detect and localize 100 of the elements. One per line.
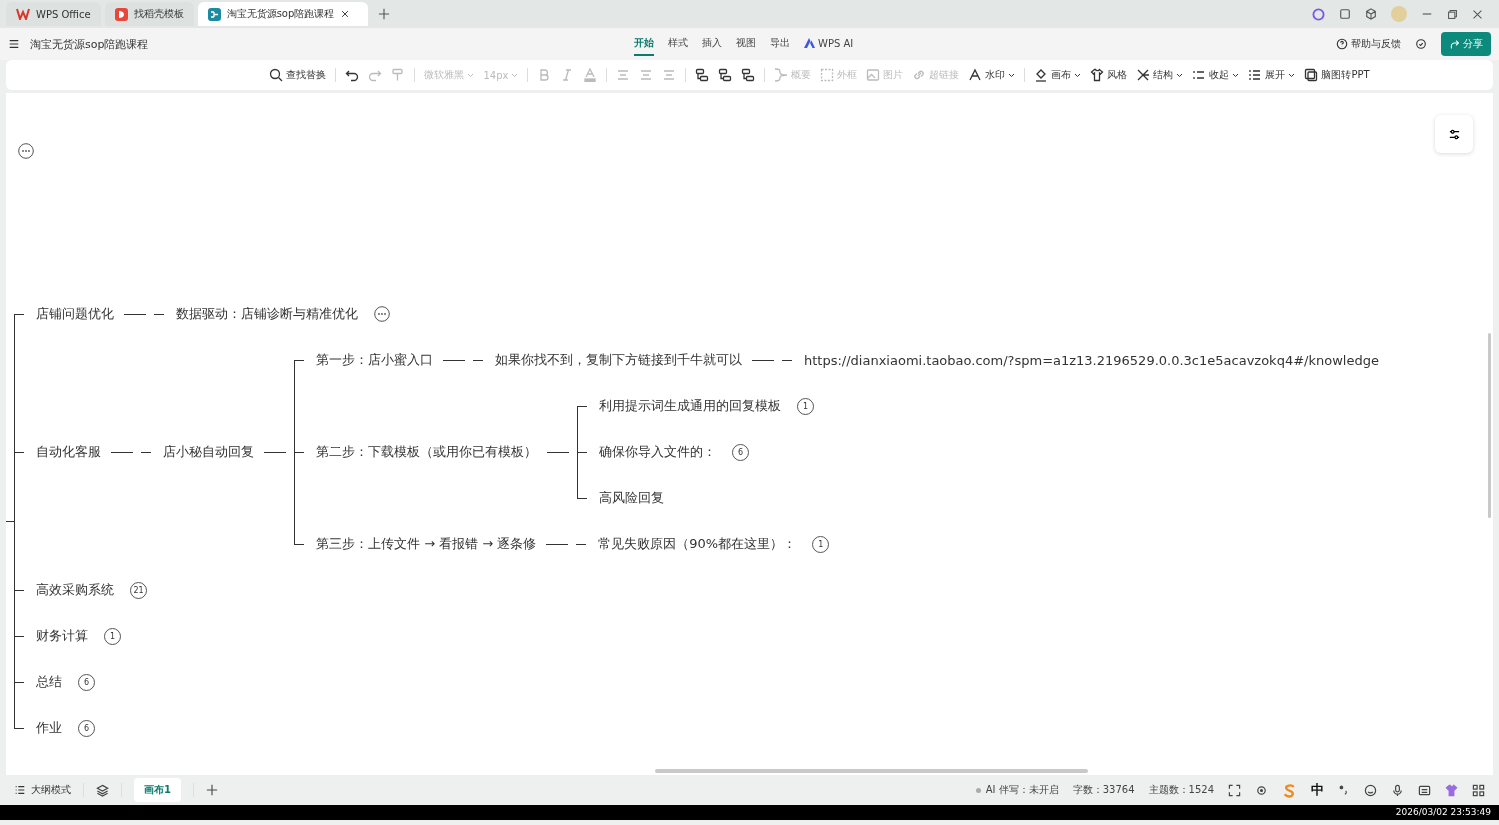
connector-line xyxy=(111,451,133,453)
brush-icon xyxy=(391,68,406,82)
connector-line xyxy=(576,544,587,545)
connector-line xyxy=(141,452,151,453)
close-icon[interactable] xyxy=(1472,8,1483,20)
node-button[interactable] xyxy=(718,68,733,82)
undo-button[interactable] xyxy=(345,68,360,82)
topic-label[interactable]: 店铺问题优化 xyxy=(34,305,116,323)
menu-tab[interactable]: 导出 xyxy=(770,32,790,56)
topic-label[interactable]: 第一步：店小蜜入口 xyxy=(314,351,435,369)
scrollbar[interactable] xyxy=(655,769,1088,773)
ime-mode[interactable]: 中 xyxy=(1311,781,1324,799)
fit-icon[interactable] xyxy=(1228,783,1241,797)
close-icon[interactable] xyxy=(340,9,351,19)
ppt-button[interactable]: 脑图转PPT xyxy=(1304,68,1370,82)
window-tab[interactable]: 淘宝无货源sop陪跑课程 xyxy=(197,2,368,26)
connector-line xyxy=(782,360,792,361)
connector-line xyxy=(264,451,286,453)
menu-icon[interactable] xyxy=(8,38,20,50)
frame-icon xyxy=(820,68,835,82)
bucket-icon xyxy=(1034,68,1049,82)
connector-line xyxy=(124,313,146,315)
help-button[interactable]: 帮助与反馈 xyxy=(1336,37,1401,51)
expand-icon xyxy=(1248,68,1263,82)
connector-line xyxy=(154,314,164,315)
watermark-button[interactable]: 水印 xyxy=(968,68,1016,82)
canvas-button[interactable]: 画布 xyxy=(1034,68,1082,82)
undo-icon xyxy=(345,68,360,82)
punctuation-icon[interactable] xyxy=(1338,784,1350,796)
emoji-icon[interactable] xyxy=(1364,783,1377,797)
topic-label[interactable]: 作业 xyxy=(34,719,64,737)
topic-label[interactable]: 自动化客服 xyxy=(34,443,103,461)
structure-button[interactable]: 结构 xyxy=(1136,68,1184,82)
bold-icon xyxy=(537,68,552,82)
locate-icon[interactable] xyxy=(1255,783,1268,797)
topic-label[interactable]: 数据驱动：店铺诊断与精准优化 xyxy=(174,305,360,323)
topic-label[interactable]: 高效采购系统 xyxy=(34,581,116,599)
topic-label[interactable]: https://dianxiaomi.taobao.com/?spm=a1z13.2196529.0.0.3c1e5acavzokq4#/knowledge xyxy=(802,352,1381,368)
assistant-icon[interactable] xyxy=(1312,7,1325,21)
layers-icon[interactable] xyxy=(96,783,109,797)
node-button[interactable] xyxy=(695,68,710,82)
share-button[interactable]: 分享 xyxy=(1441,32,1491,56)
more-icon[interactable] xyxy=(374,306,390,322)
settings-button[interactable] xyxy=(1435,115,1473,153)
node-icon xyxy=(741,68,756,82)
menu-tab[interactable]: 开始 xyxy=(634,32,654,56)
sliders-icon xyxy=(1447,127,1461,141)
menu-tab[interactable]: 视图 xyxy=(736,32,756,56)
connector-line xyxy=(443,359,465,361)
scrollbar[interactable] xyxy=(1488,333,1491,518)
collapse-button[interactable]: 收起 xyxy=(1192,68,1240,82)
align-icon xyxy=(616,68,631,82)
logo-icon xyxy=(114,7,128,21)
search-button[interactable]: 查找替换 xyxy=(269,68,327,82)
shirt-icon[interactable] xyxy=(1445,783,1458,797)
cube-icon[interactable] xyxy=(1365,8,1377,20)
link-icon xyxy=(912,68,927,82)
plus-icon[interactable] xyxy=(205,784,218,796)
plus-icon[interactable] xyxy=(377,8,390,20)
help-icon xyxy=(1336,38,1348,50)
node-icon xyxy=(695,68,710,82)
search-icon xyxy=(269,68,284,82)
topic-label[interactable]: 确保你导入文件的： xyxy=(597,443,718,461)
cloud-icon[interactable] xyxy=(1415,38,1427,50)
outline-mode-button[interactable]: 大纲模式 xyxy=(14,783,71,797)
topic-label[interactable]: 财务计算 xyxy=(34,627,90,645)
topic-label[interactable]: 高风险回复 xyxy=(597,489,666,507)
grid-icon[interactable] xyxy=(1472,783,1485,797)
status-text: 字数：33764 xyxy=(1072,783,1135,797)
caret-icon xyxy=(467,72,475,78)
topic-label[interactable]: 店小秘自动回复 xyxy=(161,443,256,461)
topic-label[interactable]: 总结 xyxy=(34,673,64,691)
topic-label[interactable]: 常见失败原因（90%都在这里）： xyxy=(596,535,799,553)
share-icon xyxy=(1449,38,1460,50)
more-icon[interactable] xyxy=(18,143,34,159)
logo-icon xyxy=(804,38,815,48)
status-text: 主题数：1524 xyxy=(1148,783,1214,797)
window-tab[interactable]: WPS Office xyxy=(6,2,101,26)
timestamp: 2026/03/02 23:53:49 xyxy=(1395,806,1491,819)
topic-label[interactable]: 利用提示词生成通用的回复模板 xyxy=(597,397,783,415)
align-icon xyxy=(639,68,654,82)
text-color-icon xyxy=(583,68,598,82)
window-tab[interactable]: 找稻壳模板 xyxy=(104,2,194,26)
restore-icon[interactable] xyxy=(1447,8,1458,20)
ai-status[interactable]: AI 伴写：未开启 xyxy=(985,783,1059,797)
node-button[interactable] xyxy=(741,68,756,82)
style-button[interactable]: 风格 xyxy=(1090,68,1128,82)
canvas-tab[interactable]: 画布1 xyxy=(134,778,181,802)
align-icon xyxy=(662,68,677,82)
menu-tab[interactable]: 插入 xyxy=(702,32,722,56)
topic-label[interactable]: 第三步：上传文件 → 看报错 → 逐条修 xyxy=(314,535,539,553)
menu-tab[interactable]: WPS AI xyxy=(804,33,854,55)
window-icon[interactable] xyxy=(1339,8,1351,20)
caret-icon xyxy=(511,72,519,78)
topic-label[interactable]: 如果你找不到，复制下方链接到千牛就可以 xyxy=(493,351,744,369)
keyboard-icon[interactable] xyxy=(1418,783,1431,797)
expand-button[interactable]: 展开 xyxy=(1248,68,1296,82)
menu-tab[interactable]: 样式 xyxy=(668,32,688,56)
topic-label[interactable]: 第二步：下载模板（或用你已有模板） xyxy=(314,443,539,461)
microphone-icon[interactable] xyxy=(1391,783,1404,797)
